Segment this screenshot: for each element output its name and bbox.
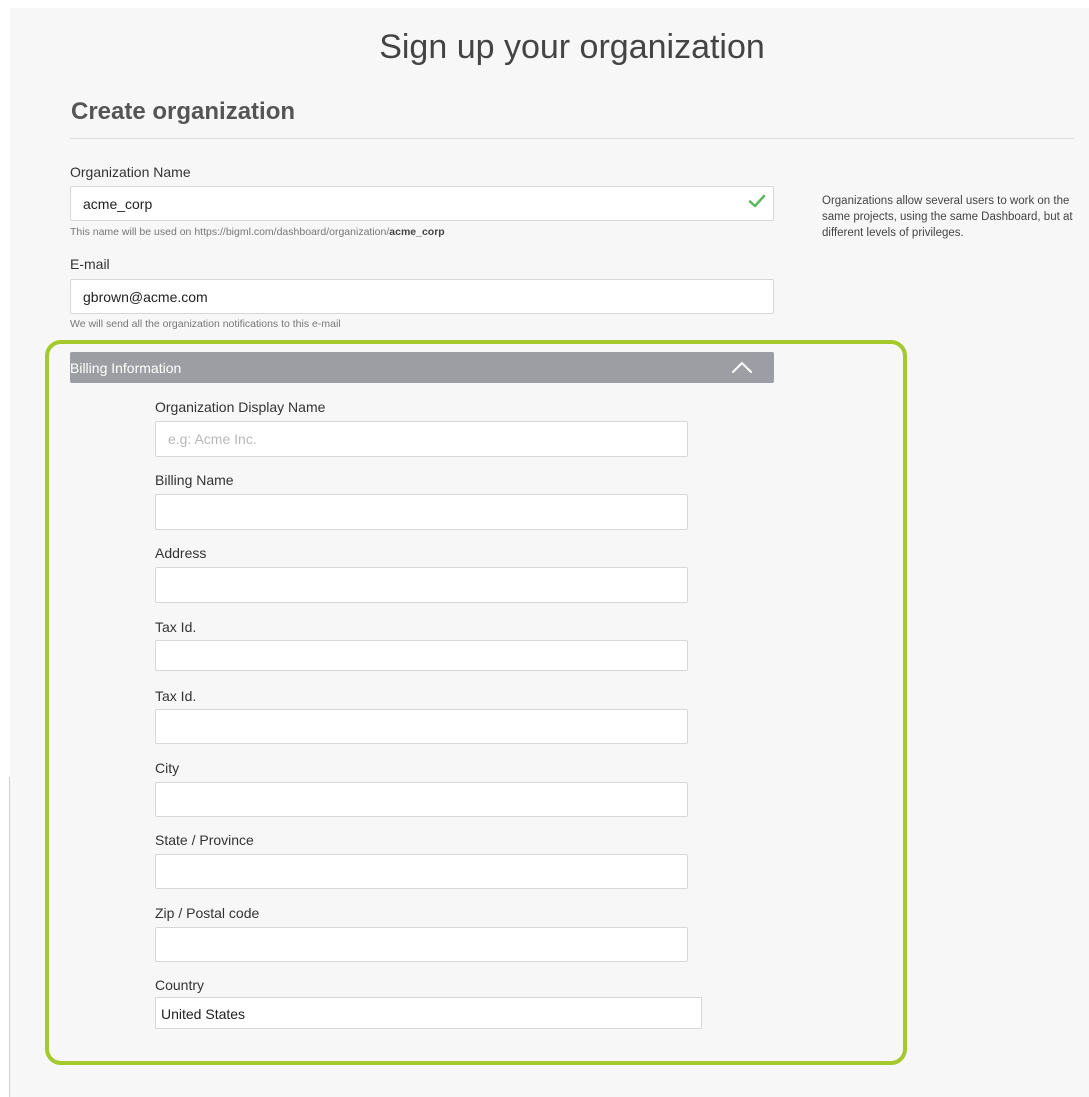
org-name-hint: This name will be used on https://bigml.… (70, 226, 445, 238)
country-select[interactable]: United States (155, 997, 702, 1029)
org-name-hint-slug: acme_corp (389, 226, 445, 238)
zip-postal-label: Zip / Postal code (155, 905, 260, 921)
left-divider (9, 777, 10, 1097)
state-province-input[interactable] (155, 854, 688, 889)
zip-postal-input[interactable] (155, 927, 688, 962)
country-selected-value: United States (161, 1006, 246, 1022)
chevron-up-icon[interactable] (730, 359, 754, 375)
org-name-hint-prefix: This name will be used on https://bigml.… (70, 226, 390, 238)
org-name-label: Organization Name (70, 164, 191, 180)
check-icon (748, 194, 766, 208)
billing-name-input[interactable] (155, 494, 688, 530)
billing-information-label: Billing Information (70, 360, 182, 376)
address-label: Address (155, 545, 207, 561)
display-name-label: Organization Display Name (155, 399, 326, 415)
org-name-input[interactable] (70, 186, 774, 221)
tax-id-secondary-label: Tax Id. (155, 688, 197, 704)
organizations-info-note: Organizations allow several users to wor… (822, 195, 1073, 239)
billing-information-header[interactable]: Billing Information (70, 352, 774, 383)
tax-id-input[interactable] (155, 640, 688, 671)
section-divider (70, 138, 1074, 139)
city-label: City (155, 760, 180, 776)
email-label: E-mail (70, 256, 110, 272)
display-name-input[interactable] (155, 421, 688, 457)
email-input[interactable] (70, 279, 774, 314)
city-input[interactable] (155, 782, 688, 817)
country-label: Country (155, 977, 205, 993)
page-title: Sign up your organization (379, 28, 765, 66)
billing-name-label: Billing Name (155, 472, 234, 488)
email-hint: We will send all the organization notifi… (70, 318, 341, 330)
address-input[interactable] (155, 567, 688, 603)
tax-id-label: Tax Id. (155, 619, 197, 635)
section-title: Create organization (71, 98, 296, 125)
state-province-label: State / Province (155, 832, 254, 848)
tax-id-secondary-input[interactable] (155, 709, 688, 744)
